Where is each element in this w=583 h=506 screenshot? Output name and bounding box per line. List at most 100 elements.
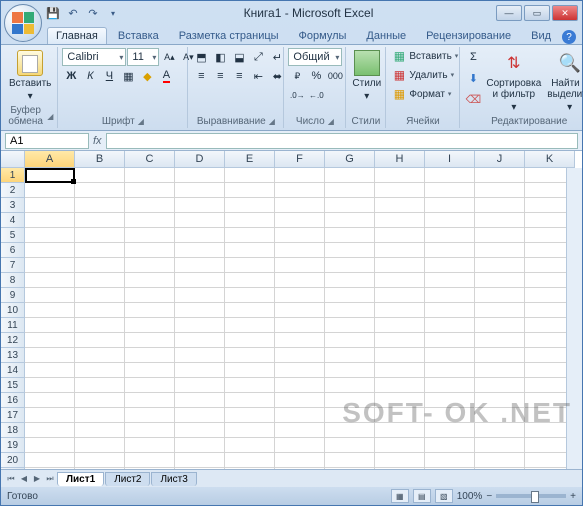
sheet-nav-next-icon[interactable]: ▶	[31, 472, 43, 486]
column-header[interactable]: J	[475, 151, 525, 168]
minimize-button[interactable]: —	[496, 5, 522, 21]
page-layout-view-icon[interactable]: ▤	[413, 489, 431, 503]
normal-view-icon[interactable]: ▦	[391, 489, 409, 503]
save-icon[interactable]: 💾	[45, 5, 61, 21]
number-format-combo[interactable]: Общий	[288, 48, 342, 66]
column-header[interactable]: E	[225, 151, 275, 168]
row-header[interactable]: 20	[1, 453, 25, 468]
format-cells-button[interactable]: ▦Формат▾	[390, 86, 460, 102]
align-right-icon[interactable]: ≡	[230, 67, 248, 85]
italic-button[interactable]: К	[81, 67, 99, 85]
column-header[interactable]: A	[25, 151, 75, 168]
redo-icon[interactable]: ↷	[85, 5, 101, 21]
percent-icon[interactable]: %	[307, 67, 325, 85]
page-break-view-icon[interactable]: ▧	[435, 489, 453, 503]
clipboard-launcher-icon[interactable]: ◢	[47, 112, 53, 121]
clear-icon[interactable]: ⌫	[464, 90, 482, 108]
underline-button[interactable]: Ч	[100, 67, 118, 85]
column-header[interactable]: B	[75, 151, 125, 168]
formula-input[interactable]	[106, 133, 578, 149]
close-button[interactable]: ✕	[552, 5, 578, 21]
comma-icon[interactable]: 000	[326, 67, 344, 85]
column-header[interactable]: K	[525, 151, 575, 168]
styles-button[interactable]: Стили▾	[350, 48, 383, 104]
sheet-tab-3[interactable]: Лист3	[151, 472, 196, 486]
row-header[interactable]: 7	[1, 258, 25, 273]
row-header[interactable]: 4	[1, 213, 25, 228]
sheet-nav-last-icon[interactable]: ⏭	[44, 472, 56, 486]
cells-area[interactable]	[25, 168, 582, 469]
sort-filter-button[interactable]: ⇅ Сортировка и фильтр▾	[484, 48, 543, 115]
zoom-out-icon[interactable]: −	[486, 491, 492, 502]
maximize-button[interactable]: ▭	[524, 5, 550, 21]
row-header[interactable]: 2	[1, 183, 25, 198]
name-box[interactable]: A1	[5, 133, 89, 149]
row-header[interactable]: 14	[1, 363, 25, 378]
find-select-button[interactable]: 🔍 Найти и выделить▾	[545, 48, 583, 115]
column-header[interactable]: D	[175, 151, 225, 168]
decrease-decimal-icon[interactable]: ←.0	[307, 86, 325, 104]
row-header[interactable]: 6	[1, 243, 25, 258]
alignment-launcher-icon[interactable]: ◢	[269, 117, 275, 126]
border-icon[interactable]: ▦	[119, 67, 137, 85]
align-bottom-icon[interactable]: ⬓	[230, 48, 248, 66]
number-launcher-icon[interactable]: ◢	[328, 117, 334, 126]
orientation-icon[interactable]: ⤢	[249, 48, 267, 66]
row-header[interactable]: 18	[1, 423, 25, 438]
zoom-slider[interactable]	[496, 494, 566, 498]
row-header[interactable]: 9	[1, 288, 25, 303]
align-middle-icon[interactable]: ◧	[211, 48, 229, 66]
row-header[interactable]: 8	[1, 273, 25, 288]
qat-customize-icon[interactable]: ▾	[105, 5, 121, 21]
row-header[interactable]: 21	[1, 468, 25, 469]
sheet-tab-1[interactable]: Лист1	[57, 472, 104, 486]
tab-data[interactable]: Данные	[357, 27, 415, 44]
fill-icon[interactable]: ⬇	[464, 69, 482, 87]
row-header[interactable]: 16	[1, 393, 25, 408]
zoom-in-icon[interactable]: +	[570, 491, 576, 502]
insert-cells-button[interactable]: ▦Вставить▾	[390, 48, 460, 64]
tab-insert[interactable]: Вставка	[109, 27, 168, 44]
help-icon[interactable]: ?	[562, 30, 576, 44]
row-header[interactable]: 10	[1, 303, 25, 318]
font-color-icon[interactable]: A	[157, 67, 175, 85]
bold-button[interactable]: Ж	[62, 67, 80, 85]
fx-icon[interactable]: fx	[93, 135, 102, 147]
select-all-corner[interactable]	[1, 151, 25, 168]
align-left-icon[interactable]: ≡	[192, 67, 210, 85]
undo-icon[interactable]: ↶	[65, 5, 81, 21]
autosum-icon[interactable]: Σ	[464, 48, 482, 66]
increase-decimal-icon[interactable]: .0→	[288, 86, 306, 104]
grow-font-icon[interactable]: A▴	[160, 48, 178, 66]
tab-review[interactable]: Рецензирование	[417, 27, 520, 44]
tab-home[interactable]: Главная	[47, 27, 107, 44]
column-header[interactable]: F	[275, 151, 325, 168]
align-center-icon[interactable]: ≡	[211, 67, 229, 85]
font-size-combo[interactable]: 11	[127, 48, 159, 66]
fill-color-icon[interactable]: ◆	[138, 67, 156, 85]
column-header[interactable]: G	[325, 151, 375, 168]
tab-view[interactable]: Вид	[522, 27, 560, 44]
row-header[interactable]: 15	[1, 378, 25, 393]
sheet-nav-first-icon[interactable]: ⏮	[5, 472, 17, 486]
paste-button[interactable]: Вставить ▾	[7, 48, 53, 104]
tab-formulas[interactable]: Формулы	[290, 27, 356, 44]
currency-icon[interactable]: ₽	[288, 67, 306, 85]
row-header[interactable]: 17	[1, 408, 25, 423]
column-header[interactable]: C	[125, 151, 175, 168]
row-header[interactable]: 1	[1, 168, 25, 183]
font-launcher-icon[interactable]: ◢	[138, 117, 144, 126]
column-header[interactable]: I	[425, 151, 475, 168]
vertical-scrollbar[interactable]	[566, 168, 582, 469]
row-header[interactable]: 3	[1, 198, 25, 213]
office-button[interactable]	[4, 4, 42, 42]
sheet-nav-prev-icon[interactable]: ◀	[18, 472, 30, 486]
row-header[interactable]: 11	[1, 318, 25, 333]
sheet-tab-2[interactable]: Лист2	[105, 472, 150, 486]
align-top-icon[interactable]: ⬒	[192, 48, 210, 66]
column-header[interactable]: H	[375, 151, 425, 168]
decrease-indent-icon[interactable]: ⇤	[249, 67, 267, 85]
font-name-combo[interactable]: Calibri	[62, 48, 126, 66]
row-header[interactable]: 12	[1, 333, 25, 348]
tab-page-layout[interactable]: Разметка страницы	[170, 27, 288, 44]
